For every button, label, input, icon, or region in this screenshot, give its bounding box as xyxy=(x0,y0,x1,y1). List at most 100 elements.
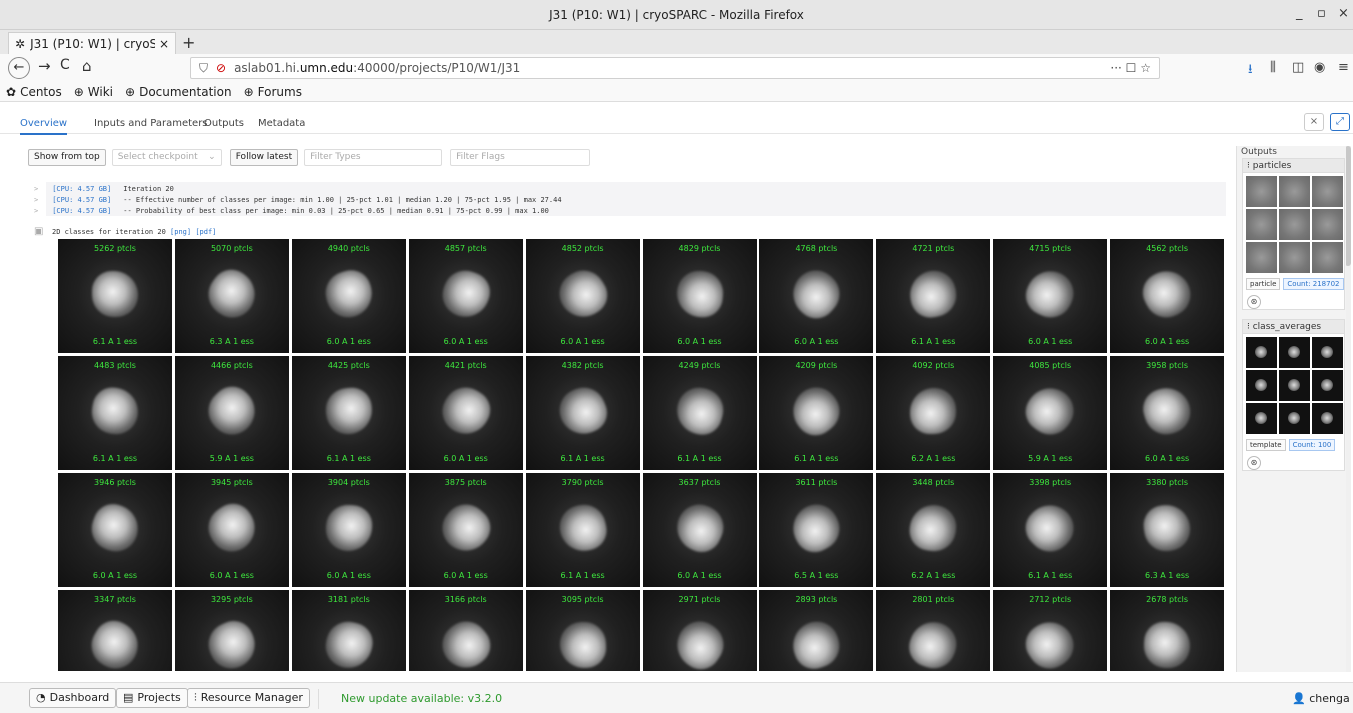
class-average-cell[interactable]: 4768 ptcls 6.0 A 1 ess xyxy=(759,239,874,353)
class-average-cell[interactable]: 2712 ptcls xyxy=(993,590,1108,671)
bookmark-wiki[interactable]: ⊕ Wiki xyxy=(74,85,113,99)
class-average-cell[interactable]: 2893 ptcls xyxy=(759,590,874,671)
class-average-cell[interactable]: 3166 ptcls xyxy=(408,590,523,671)
class-average-cell[interactable]: 4425 ptcls 6.1 A 1 ess xyxy=(291,356,406,470)
class-average-cell[interactable]: 3637 ptcls 6.0 A 1 ess xyxy=(642,473,757,587)
class-average-cell[interactable]: 5070 ptcls 6.3 A 1 ess xyxy=(174,239,289,353)
class-average-cell[interactable]: 4382 ptcls 6.1 A 1 ess xyxy=(525,356,640,470)
chevron-right-icon[interactable]: > xyxy=(34,185,38,193)
follow-latest-button[interactable]: Follow latest xyxy=(229,148,299,166)
class-average-cell[interactable]: 4715 ptcls 6.0 A 1 ess xyxy=(993,239,1108,353)
forward-button[interactable]: → xyxy=(38,57,51,75)
menu-icon[interactable]: ≡ xyxy=(1338,60,1349,75)
class-average-image xyxy=(320,265,378,323)
bookmark-forums[interactable]: ⊕ Forums xyxy=(244,85,302,99)
select-checkpoint-dropdown[interactable]: Select checkpoint ⌄ xyxy=(111,148,222,166)
class-average-cell[interactable]: 3611 ptcls 6.5 A 1 ess xyxy=(759,473,874,587)
output-action-icon[interactable]: ⊛ xyxy=(1247,456,1261,470)
chevron-right-icon[interactable]: > xyxy=(34,207,38,215)
tab-metadata[interactable]: Metadata xyxy=(258,118,305,129)
particle-count-label: 2712 ptcls xyxy=(1029,595,1072,604)
tab-outputs[interactable]: Outputs xyxy=(204,118,244,129)
class-average-cell[interactable]: 3295 ptcls xyxy=(174,590,289,671)
back-button[interactable]: ← xyxy=(8,57,30,79)
maximize-button[interactable]: ▫ xyxy=(1317,6,1326,21)
class-average-cell[interactable]: 4852 ptcls 6.0 A 1 ess xyxy=(525,239,640,353)
class-thumbnail xyxy=(1279,403,1310,434)
reload-button[interactable]: C xyxy=(60,57,70,73)
class-average-cell[interactable]: 3875 ptcls 6.0 A 1 ess xyxy=(408,473,523,587)
class-average-cell[interactable]: 2971 ptcls xyxy=(642,590,757,671)
class-average-cell[interactable]: 3095 ptcls xyxy=(525,590,640,671)
user-menu[interactable]: 👤 chenga xyxy=(1292,692,1350,705)
library-icon[interactable]: ⫼ xyxy=(1270,60,1276,75)
class-average-cell[interactable]: 5262 ptcls 6.1 A 1 ess xyxy=(58,239,172,353)
filter-flags-input[interactable]: Filter Flags xyxy=(450,148,591,166)
class-average-cell[interactable]: 3398 ptcls 6.1 A 1 ess xyxy=(993,473,1108,587)
expand-panel-button[interactable]: ⤢ xyxy=(1330,113,1350,131)
class-average-cell[interactable]: 3790 ptcls 6.1 A 1 ess xyxy=(525,473,640,587)
class-average-cell[interactable]: 4209 ptcls 6.1 A 1 ess xyxy=(759,356,874,470)
particle-count-label: 3946 ptcls xyxy=(94,478,136,487)
url-bar[interactable]: ⛉ ⊘ aslab01.hi.umn.edu:40000/projects/P1… xyxy=(190,57,1160,79)
class-average-image xyxy=(667,612,732,671)
outputs-label: Outputs xyxy=(1241,147,1277,157)
class-average-cell[interactable]: 3380 ptcls 6.3 A 1 ess xyxy=(1110,473,1225,587)
close-window-button[interactable]: × xyxy=(1338,6,1349,21)
output-group-class-averages[interactable]: ⁝ class_averages template Count: 100 ⊛ xyxy=(1242,319,1345,471)
tab-overview[interactable]: Overview xyxy=(20,118,68,135)
resource-manager-button[interactable]: ⫶ Resource Manager xyxy=(187,688,310,708)
class-average-cell[interactable]: 4421 ptcls 6.0 A 1 ess xyxy=(408,356,523,470)
resolution-label: 6.0 A 1 ess xyxy=(794,337,839,346)
page-actions[interactable]: ··· ☐ ☆ xyxy=(1110,61,1151,75)
particle-thumbnail xyxy=(1246,176,1277,207)
class-average-cell[interactable]: 3448 ptcls 6.2 A 1 ess xyxy=(876,473,991,587)
chevron-right-icon[interactable]: > xyxy=(34,196,38,204)
class-average-cell[interactable]: 4857 ptcls 6.0 A 1 ess xyxy=(408,239,523,353)
class-average-cell[interactable]: 2678 ptcls xyxy=(1110,590,1225,671)
class-average-cell[interactable]: 3958 ptcls 6.0 A 1 ess xyxy=(1110,356,1225,470)
filter-types-input[interactable]: Filter Types xyxy=(304,148,443,166)
dashboard-button[interactable]: ◔ Dashboard xyxy=(29,688,117,708)
close-tab-icon[interactable]: × xyxy=(159,37,169,51)
class-average-cell[interactable]: 4092 ptcls 6.2 A 1 ess xyxy=(876,356,991,470)
update-notice[interactable]: New update available: v3.2.0 xyxy=(341,692,502,705)
class-average-cell[interactable]: 4483 ptcls 6.1 A 1 ess xyxy=(58,356,172,470)
tab-inputs-and-parameters[interactable]: Inputs and Parameters xyxy=(94,118,208,129)
sidebar-icon[interactable]: ◫ xyxy=(1292,60,1304,75)
bookmark-documentation[interactable]: ⊕ Documentation xyxy=(125,85,232,99)
class-average-cell[interactable]: 3347 ptcls xyxy=(58,590,172,671)
class-average-cell[interactable]: 4562 ptcls 6.0 A 1 ess xyxy=(1110,239,1225,353)
class-average-cell[interactable]: 4249 ptcls 6.1 A 1 ess xyxy=(642,356,757,470)
png-link[interactable]: [png] xyxy=(170,228,191,236)
class-average-cell[interactable]: 4829 ptcls 6.0 A 1 ess xyxy=(642,239,757,353)
class-average-cell[interactable]: 4940 ptcls 6.0 A 1 ess xyxy=(291,239,406,353)
show-from-top-button[interactable]: Show from top xyxy=(28,148,106,166)
class-average-cell[interactable]: 3946 ptcls 6.0 A 1 ess xyxy=(58,473,172,587)
browser-tab[interactable]: ✲ J31 (P10: W1) | cryoSPAR × xyxy=(8,32,176,54)
particle-thumbnail xyxy=(1279,242,1310,273)
class-average-cell[interactable]: 4085 ptcls 5.9 A 1 ess xyxy=(993,356,1108,470)
class-average-image xyxy=(435,264,496,324)
output-group-particles[interactable]: ⁝ particles particle Count: 218702 ⊛ xyxy=(1242,158,1345,310)
downloads-icon[interactable]: ⭳ xyxy=(1248,60,1253,82)
close-panel-button[interactable]: × xyxy=(1304,113,1324,131)
class-average-cell[interactable]: 2801 ptcls xyxy=(876,590,991,671)
class-average-cell[interactable]: 4721 ptcls 6.1 A 1 ess xyxy=(876,239,991,353)
projects-button[interactable]: ▤ Projects xyxy=(116,688,188,708)
account-icon[interactable]: ◉ xyxy=(1314,60,1325,75)
pdf-link[interactable]: [pdf] xyxy=(195,228,216,236)
bookmark-centos[interactable]: ✿ Centos xyxy=(6,85,62,99)
class-average-cell[interactable]: 4466 ptcls 5.9 A 1 ess xyxy=(174,356,289,470)
home-button[interactable]: ⌂ xyxy=(82,57,92,75)
output-action-icon[interactable]: ⊛ xyxy=(1247,295,1261,309)
class-average-image xyxy=(558,620,607,669)
class-average-cell[interactable]: 3181 ptcls xyxy=(291,590,406,671)
class-average-cell[interactable]: 3945 ptcls 6.0 A 1 ess xyxy=(174,473,289,587)
new-tab-button[interactable]: + xyxy=(182,33,195,52)
globe-icon: ⊕ xyxy=(243,84,254,99)
minimize-button[interactable]: _ xyxy=(1296,6,1303,21)
class-average-image xyxy=(1019,262,1081,325)
class-average-cell[interactable]: 3904 ptcls 6.0 A 1 ess xyxy=(291,473,406,587)
outputs-panel: Outputs ⁝ particles particle Count: 2187… xyxy=(1236,146,1346,672)
